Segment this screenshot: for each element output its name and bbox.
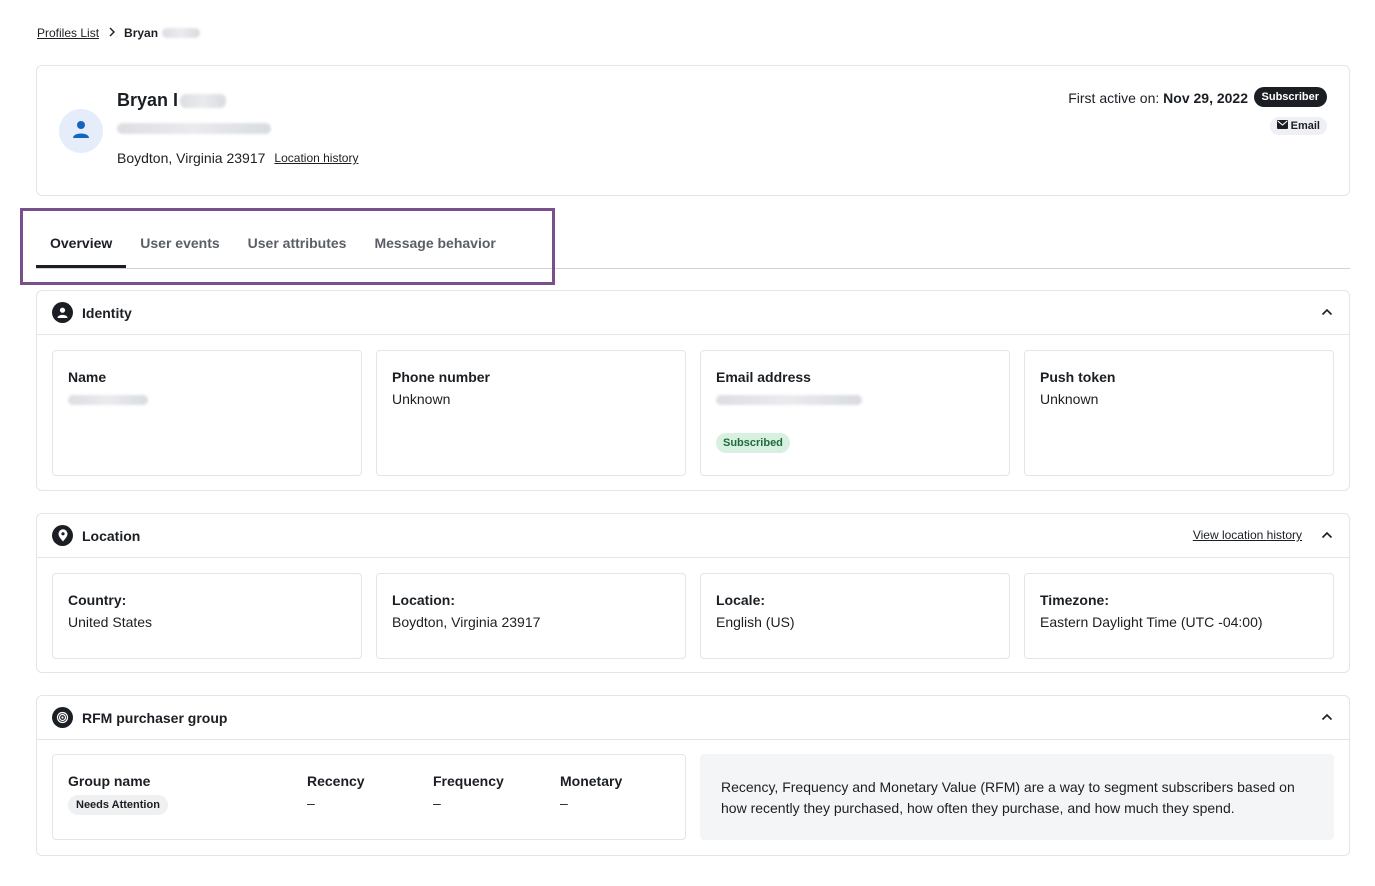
location-value: Boydton, Virginia 23917 [392, 614, 541, 630]
phone-label: Phone number [392, 369, 491, 385]
location-history-link[interactable]: Location history [274, 151, 358, 165]
profile-name: Bryan I [117, 90, 227, 111]
name-card: Name [52, 350, 362, 476]
name-label: Name [68, 369, 107, 385]
profile-location-text: Boydton, Virginia 23917 [117, 150, 266, 166]
identity-section: Identity Name Phone number Unknown Email… [36, 290, 1350, 491]
country-label: Country: [68, 592, 127, 608]
rfm-section-header[interactable]: RFM purchaser group [37, 696, 1349, 740]
rfm-monetary-value: – [560, 795, 568, 811]
avatar [59, 109, 103, 153]
envelope-icon [1276, 120, 1288, 132]
redacted-text [162, 28, 201, 38]
email-channel-badge: Email [1269, 117, 1327, 135]
view-location-history-link[interactable]: View location history [1193, 528, 1302, 542]
redacted-text [716, 394, 862, 405]
rfm-recency-value: – [307, 795, 315, 811]
first-active: First active on: Nov 29, 2022 [1068, 90, 1248, 106]
rfm-recency-column: Recency – [307, 773, 365, 811]
chevron-right-icon [108, 26, 116, 40]
push-token-card: Push token Unknown [1024, 350, 1334, 476]
tab-overview[interactable]: Overview [36, 222, 127, 268]
identity-section-title: Identity [82, 304, 132, 321]
location-cards: Country: United States Location: Boydton… [37, 558, 1349, 673]
chevron-up-icon[interactable] [1320, 710, 1334, 724]
rfm-frequency-label: Frequency [433, 773, 504, 789]
identity-section-header[interactable]: Identity [37, 291, 1349, 335]
breadcrumb: Profiles List Bryan [37, 26, 201, 40]
rfm-section-title: RFM purchaser group [82, 709, 228, 726]
redacted-text [117, 123, 271, 135]
location-section-header[interactable]: Location View location history [37, 514, 1349, 558]
phone-value: Unknown [392, 391, 451, 407]
rfm-section: RFM purchaser group Group name Needs Att… [36, 695, 1350, 856]
rfm-monetary-label: Monetary [560, 773, 623, 789]
identity-icon [52, 302, 73, 323]
first-active-label: First active on: [1068, 90, 1160, 106]
location-section-title: Location [82, 527, 141, 544]
tab-message-behavior[interactable]: Message behavior [360, 222, 509, 268]
timezone-card: Timezone: Eastern Daylight Time (UTC -04… [1024, 573, 1334, 659]
rfm-group-column: Group name Needs Attention [68, 773, 168, 815]
email-badge-label: Email [1290, 120, 1320, 132]
push-label: Push token [1040, 369, 1116, 385]
timezone-label: Timezone: [1040, 592, 1109, 608]
chevron-up-icon[interactable] [1320, 528, 1334, 542]
target-icon [52, 707, 73, 728]
profile-tabs: Overview User events User attributes Mes… [36, 222, 1350, 269]
rfm-group-label: Group name [68, 773, 151, 789]
profile-location: Boydton, Virginia 23917 Location history [117, 150, 358, 166]
push-value: Unknown [1040, 391, 1099, 407]
subscriber-badge: Subscriber [1253, 87, 1327, 107]
rfm-body: Group name Needs Attention Recency – Fre… [37, 740, 1349, 854]
location-section: Location View location history Country: … [36, 513, 1350, 673]
phone-card: Phone number Unknown [376, 350, 686, 476]
first-active-date: Nov 29, 2022 [1163, 90, 1248, 106]
locale-label: Locale: [716, 592, 766, 608]
breadcrumb-profiles-list-link[interactable]: Profiles List [37, 26, 99, 40]
redacted-text [68, 394, 148, 405]
location-pin-icon [52, 525, 73, 546]
rfm-table: Group name Needs Attention Recency – Fre… [52, 754, 686, 840]
breadcrumb-current: Bryan [124, 26, 159, 40]
profile-name-text: Bryan I [117, 90, 179, 110]
rfm-monetary-column: Monetary – [560, 773, 622, 811]
identity-cards: Name Phone number Unknown Email address … [37, 335, 1349, 490]
timezone-value: Eastern Daylight Time (UTC -04:00) [1040, 614, 1263, 630]
tab-user-events[interactable]: User events [126, 222, 233, 268]
rfm-frequency-value: – [433, 795, 441, 811]
rfm-group-badge: Needs Attention [68, 795, 168, 815]
email-label: Email address [716, 369, 811, 385]
subscribed-badge: Subscribed [716, 433, 790, 453]
country-value: United States [68, 614, 153, 630]
locale-card: Locale: English (US) [700, 573, 1010, 659]
locale-value: English (US) [716, 614, 795, 630]
user-icon [71, 119, 91, 144]
chevron-up-icon[interactable] [1320, 305, 1334, 319]
email-card: Email address Subscribed [700, 350, 1010, 476]
rfm-frequency-column: Frequency – [433, 773, 504, 811]
rfm-description: Recency, Frequency and Monetary Value (R… [700, 754, 1334, 840]
profile-email [117, 120, 271, 138]
rfm-recency-label: Recency [307, 773, 365, 789]
redacted-text [180, 93, 227, 108]
country-card: Country: United States [52, 573, 362, 659]
profile-card: Bryan I Boydton, Virginia 23917 Location… [36, 65, 1350, 196]
location-card: Location: Boydton, Virginia 23917 [376, 573, 686, 659]
tab-user-attributes[interactable]: User attributes [234, 222, 361, 268]
location-label: Location: [392, 592, 455, 608]
